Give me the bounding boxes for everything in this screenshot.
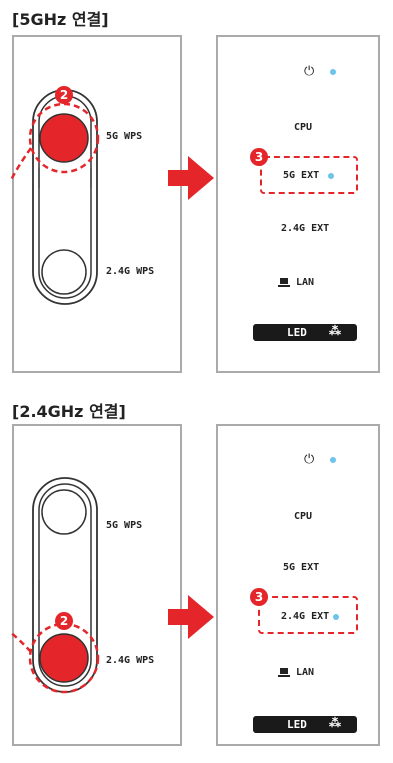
status-cpu: CPU <box>294 511 313 522</box>
status-lan: LAN <box>296 667 315 678</box>
power-icon: ⏻ <box>304 452 315 467</box>
led-triangle-icon: ⁂ <box>329 716 341 730</box>
label-5g-wps: 5G WPS <box>106 520 143 531</box>
led-button-label: LED <box>287 718 307 731</box>
wps-24g-button-pressed <box>39 633 89 683</box>
led-button[interactable]: LED ⁂ <box>253 716 357 733</box>
step-badge-2: 2 <box>55 612 73 630</box>
24g-ext-led <box>333 614 339 620</box>
arrow-right-icon <box>168 595 214 639</box>
status-panel-24ghz <box>216 424 380 746</box>
power-led <box>330 457 336 463</box>
status-5g-ext: 5G EXT <box>283 562 320 573</box>
step-badge-3: 3 <box>250 588 268 606</box>
status-24g-ext: 2.4G EXT <box>281 611 330 622</box>
wps-5g-button <box>41 489 87 535</box>
label-24g-wps: 2.4G WPS <box>106 655 155 666</box>
lan-icon <box>278 668 290 677</box>
